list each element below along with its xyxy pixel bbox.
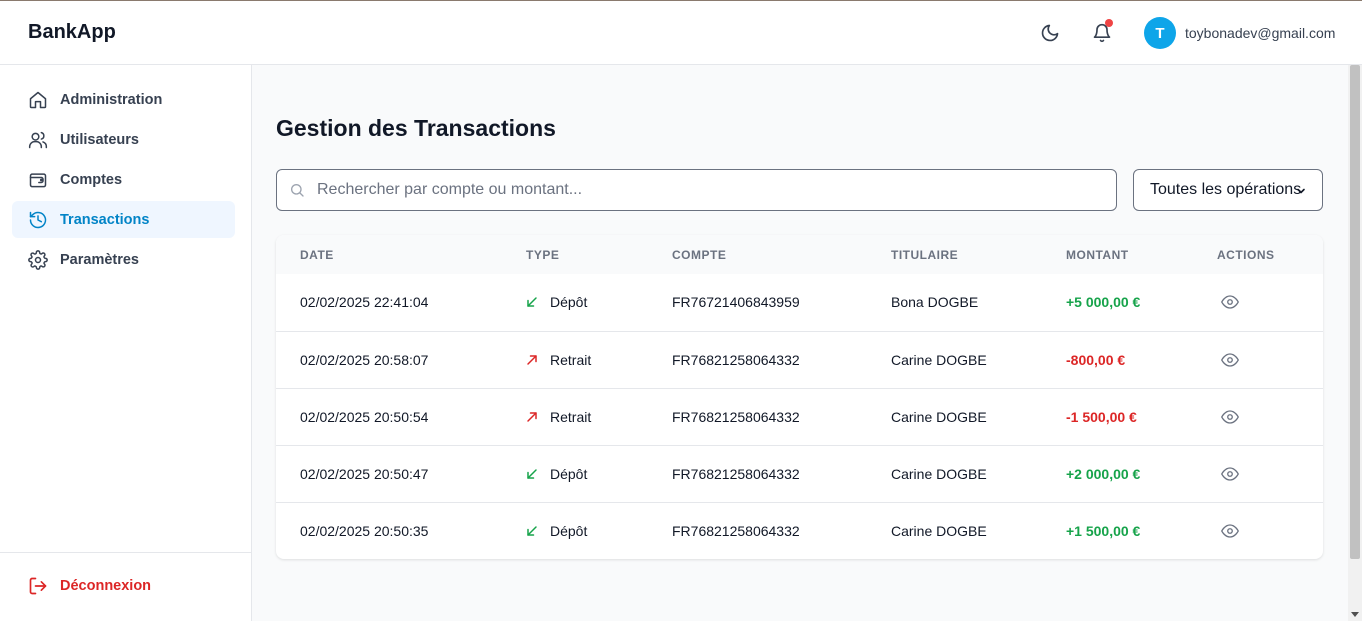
scroll-down-arrow[interactable]	[1351, 612, 1359, 617]
column-header-holder[interactable]: TITULAIRE	[891, 248, 958, 262]
sidebar-item-transactions[interactable]: Transactions	[12, 201, 235, 238]
gear-icon	[28, 249, 48, 270]
sidebar: Administration Utilisateurs Comptes Tran…	[0, 65, 252, 621]
arrow-down-left-icon	[527, 469, 537, 479]
cell-amount: -800,00 €	[1066, 352, 1126, 368]
operation-filter-value: Toutes les opérations	[1150, 181, 1302, 198]
logout-button[interactable]: Déconnexion	[28, 576, 151, 596]
wallet-icon	[28, 170, 48, 190]
cell-holder: Bona DOGBE	[891, 294, 979, 310]
cell-holder: Carine DOGBE	[891, 352, 987, 368]
table-row[interactable]: 02/02/2025 20:58:07 Retrait FR7682125806…	[276, 331, 1323, 388]
sidebar-item-label: Paramètres	[60, 251, 139, 268]
cell-date: 02/02/2025 20:50:47	[300, 466, 429, 482]
cell-account: FR76821258064332	[672, 466, 800, 482]
notifications-button[interactable]	[1090, 19, 1114, 45]
cell-amount: +2 000,00 €	[1066, 466, 1141, 482]
cell-amount: +5 000,00 €	[1066, 294, 1141, 310]
cell-date: 02/02/2025 22:41:04	[300, 294, 429, 310]
cell-account: FR76721406843959	[672, 294, 800, 310]
table-header: DATE TYPE COMPTE TITULAIRE MONTANT ACTIO…	[276, 235, 1323, 274]
arrow-up-right-icon	[527, 355, 537, 365]
page-scrollbar[interactable]	[1348, 65, 1362, 621]
history-icon	[28, 210, 48, 230]
column-header-amount[interactable]: MONTANT	[1066, 248, 1129, 262]
table-row[interactable]: 02/02/2025 22:41:04 Dépôt FR767214068439…	[276, 274, 1323, 331]
eye-icon[interactable]	[1221, 522, 1239, 540]
column-header-account[interactable]: COMPTE	[672, 248, 726, 262]
moon-icon	[1041, 24, 1059, 42]
top-header: BankApp T toybonadev@gmail.com	[0, 1, 1362, 65]
sidebar-item-administration[interactable]: Administration	[12, 81, 235, 118]
transactions-table: DATE TYPE COMPTE TITULAIRE MONTANT ACTIO…	[276, 235, 1323, 559]
sidebar-item-label: Utilisateurs	[60, 131, 139, 148]
column-header-type[interactable]: TYPE	[526, 248, 559, 262]
sidebar-item-utilisateurs[interactable]: Utilisateurs	[12, 121, 235, 158]
type-label: Dépôt	[550, 466, 588, 482]
cell-holder: Carine DOGBE	[891, 409, 987, 425]
table-row[interactable]: 02/02/2025 20:50:35 Dépôt FR768212580643…	[276, 502, 1323, 559]
cell-holder: Carine DOGBE	[891, 466, 987, 482]
eye-icon[interactable]	[1221, 351, 1239, 369]
cell-type: Dépôt	[526, 466, 587, 482]
brand-logo[interactable]: BankApp	[28, 21, 116, 44]
cell-account: FR76821258064332	[672, 523, 800, 539]
eye-icon[interactable]	[1221, 408, 1239, 426]
search-icon	[291, 184, 304, 197]
avatar: T	[1144, 17, 1176, 49]
cell-amount: +1 500,00 €	[1066, 523, 1141, 539]
sidebar-item-parametres[interactable]: Paramètres	[12, 241, 235, 278]
user-menu[interactable]: T toybonadev@gmail.com	[1144, 17, 1335, 49]
sidebar-item-label: Administration	[60, 91, 163, 108]
logout-icon	[28, 576, 48, 596]
type-label: Retrait	[550, 352, 592, 368]
home-icon	[28, 90, 48, 110]
cell-type: Dépôt	[526, 294, 587, 310]
table-row[interactable]: 02/02/2025 20:50:54 Retrait FR7682125806…	[276, 388, 1323, 445]
cell-date: 02/02/2025 20:58:07	[300, 352, 429, 368]
column-header-date[interactable]: DATE	[300, 248, 334, 262]
main-content: Gestion des Transactions Toutes les opér…	[252, 65, 1348, 621]
arrow-down-left-icon	[527, 526, 537, 536]
eye-icon[interactable]	[1221, 293, 1239, 311]
arrow-down-left-icon	[527, 297, 537, 307]
column-header-actions: ACTIONS	[1217, 248, 1275, 262]
cell-amount: -1 500,00 €	[1066, 409, 1137, 425]
table-body: 02/02/2025 22:41:04 Dépôt FR767214068439…	[276, 274, 1323, 559]
sidebar-item-label: Comptes	[60, 171, 123, 188]
theme-toggle-button[interactable]	[1038, 21, 1062, 45]
eye-icon[interactable]	[1221, 465, 1239, 483]
users-icon	[28, 130, 48, 150]
user-email: toybonadev@gmail.com	[1185, 25, 1336, 41]
table-row[interactable]: 02/02/2025 20:50:47 Dépôt FR768212580643…	[276, 445, 1323, 502]
sidebar-item-label: Transactions	[60, 211, 150, 228]
sidebar-divider	[0, 552, 251, 553]
type-label: Retrait	[550, 409, 592, 425]
arrow-up-right-icon	[527, 412, 537, 422]
logout-label: Déconnexion	[60, 578, 152, 594]
cell-date: 02/02/2025 20:50:35	[300, 523, 429, 539]
search-box[interactable]	[276, 169, 1117, 211]
notification-badge	[1105, 19, 1113, 27]
search-input[interactable]	[317, 170, 1107, 210]
sidebar-nav: Administration Utilisateurs Comptes Tran…	[12, 81, 235, 281]
cell-type: Dépôt	[526, 523, 587, 539]
cell-date: 02/02/2025 20:50:54	[300, 409, 429, 425]
operation-filter-select[interactable]: Toutes les opérations	[1133, 169, 1323, 211]
chevron-down-icon	[1297, 188, 1305, 194]
page-title: Gestion des Transactions	[276, 115, 556, 141]
scrollbar-thumb[interactable]	[1350, 65, 1360, 559]
cell-type: Retrait	[526, 352, 591, 368]
cell-account: FR76821258064332	[672, 409, 800, 425]
type-label: Dépôt	[550, 523, 588, 539]
type-label: Dépôt	[550, 294, 588, 310]
cell-type: Retrait	[526, 409, 591, 425]
cell-account: FR76821258064332	[672, 352, 800, 368]
cell-holder: Carine DOGBE	[891, 523, 987, 539]
sidebar-item-comptes[interactable]: Comptes	[12, 161, 235, 198]
